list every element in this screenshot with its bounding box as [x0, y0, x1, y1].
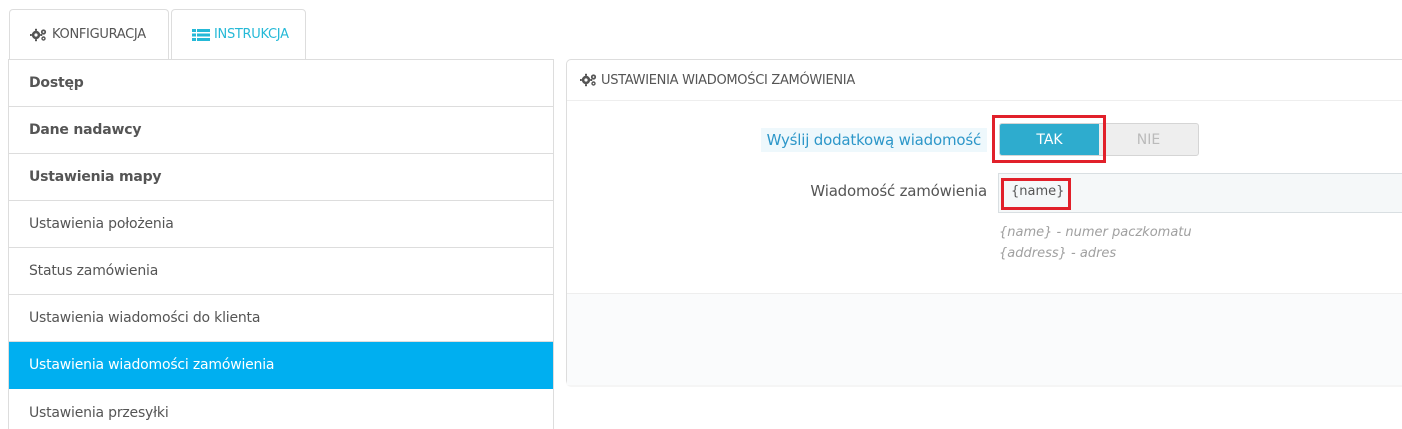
- sidebar-item-label: Ustawienia wiadomości zamówienia: [29, 357, 275, 373]
- tab-konfiguracja[interactable]: Konfiguracja: [9, 9, 169, 60]
- panel-title: Ustawienia wiadomości zamówienia: [601, 72, 855, 88]
- gears-icon: [30, 28, 47, 41]
- sidebar-item-label: Ustawienia mapy: [29, 169, 162, 185]
- sidebar-item-label: Ustawienia przesyłki: [29, 404, 169, 421]
- highlight-frame-input: [1001, 178, 1071, 210]
- sidebar-item-label: Status zamówienia: [29, 263, 159, 279]
- tab-konfiguracja-label: Konfiguracja: [52, 27, 146, 42]
- sidebar-item-wiadomosci-zamowienia[interactable]: Ustawienia wiadomości zamówienia: [9, 342, 553, 389]
- sidebar-item-ustawienia-mapy[interactable]: Ustawienia mapy: [9, 154, 553, 201]
- list-icon: [192, 28, 210, 41]
- sidebar-item-label: Ustawienia wiadomości do klienta: [29, 310, 261, 326]
- order-message-help: {name} - numer paczkomatu {address} - ad…: [999, 222, 1192, 264]
- settings-panel: Ustawienia wiadomości zamówienia Wyślij …: [566, 59, 1402, 385]
- sidebar-item-dane-nadawcy[interactable]: Dane nadawcy: [9, 107, 553, 154]
- sidebar-item-ustawienia-polozenia[interactable]: Ustawienia położenia: [9, 201, 553, 248]
- sidebar-item-label: Dane nadawcy: [29, 122, 142, 138]
- panel-footer: [567, 293, 1402, 385]
- tab-instrukcja[interactable]: Instrukcja: [171, 9, 306, 60]
- switch-option-nie[interactable]: NIE: [1099, 124, 1198, 155]
- gears-icon: [580, 73, 597, 87]
- settings-sidebar: Dostęp Dane nadawcy Ustawienia mapy Usta…: [8, 59, 554, 429]
- sidebar-item-wiadomosci-klienta[interactable]: Ustawienia wiadomości do klienta: [9, 295, 553, 342]
- sidebar-item-ustawienia-przesylki[interactable]: Ustawienia przesyłki: [9, 389, 553, 429]
- sidebar-item-label: Ustawienia położenia: [29, 216, 174, 232]
- sidebar-item-dostep[interactable]: Dostęp: [9, 60, 553, 107]
- help-line-address: {address} - adres: [999, 246, 1117, 261]
- tab-instrukcja-label: Instrukcja: [214, 27, 289, 42]
- order-message-label: Wiadomość zamówienia: [810, 182, 987, 200]
- tab-bar: Konfiguracja Instrukcja: [9, 9, 308, 60]
- sidebar-item-label: Dostęp: [29, 75, 84, 91]
- highlight-frame-switch: [992, 115, 1106, 163]
- sidebar-item-status-zamowienia[interactable]: Status zamówienia: [9, 248, 553, 295]
- help-line-name: {name} - numer paczkomatu: [999, 225, 1192, 240]
- panel-heading: Ustawienia wiadomości zamówienia: [567, 60, 1402, 101]
- send-extra-message-label: Wyślij dodatkową wiadomość: [760, 128, 987, 152]
